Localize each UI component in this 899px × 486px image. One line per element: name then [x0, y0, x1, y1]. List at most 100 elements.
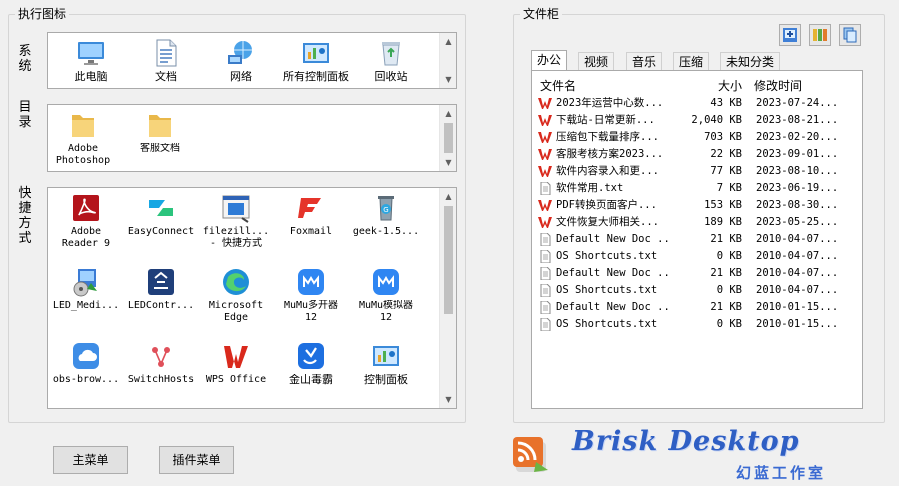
scroll-thumb[interactable]: [444, 123, 453, 153]
file-name: 下载站-日常更新...: [556, 114, 655, 126]
text-file-icon: [540, 284, 551, 297]
system-shortcut[interactable]: 回收站: [352, 37, 430, 83]
plugin-menu-button[interactable]: 插件菜单: [159, 446, 234, 474]
file-size: 153 KB: [704, 199, 742, 211]
wps-file-icon: [538, 217, 552, 228]
app-shortcut[interactable]: MuMu多开器 12: [272, 266, 350, 324]
file-modified: 2010-04-07...: [756, 284, 839, 296]
file-row[interactable]: Default New Doc ... 21 KB 2010-04-07...: [538, 231, 858, 248]
tab-1[interactable]: 视频: [578, 52, 615, 70]
app-shortcut[interactable]: Adobe Reader 9: [47, 192, 125, 250]
file-row[interactable]: 客服考核方案2023... 22 KB 2023-09-01...: [538, 146, 858, 163]
network-icon: [228, 41, 252, 64]
file-row[interactable]: 软件常用.txt 7 KB 2023-06-19...: [538, 180, 858, 197]
file-size: 0 KB: [716, 284, 742, 296]
column-size-header[interactable]: 大小: [718, 77, 742, 94]
tab-2[interactable]: 音乐: [626, 52, 663, 70]
main-menu-button[interactable]: 主菜单: [53, 446, 128, 474]
shortcut-label: 文档: [155, 71, 177, 83]
app-shortcut[interactable]: Ggeek-1.5...: [347, 192, 425, 238]
add-file-button[interactable]: [779, 24, 801, 46]
column-modified-header[interactable]: 修改时间: [754, 77, 802, 94]
file-row[interactable]: Default New Doc ... 21 KB 2010-04-07...: [538, 265, 858, 282]
shortcut-label: LEDContr...: [127, 300, 195, 311]
directory-scrollbar[interactable]: ▲ ▼: [439, 105, 456, 171]
shortcut-label: filezill... - 快捷方式: [202, 226, 270, 249]
brand-title: Brisk Desktop: [572, 426, 800, 457]
app-shortcut[interactable]: 金山毒霸: [272, 340, 350, 386]
app-shortcut[interactable]: Microsoft Edge: [197, 266, 275, 324]
grid-view-button[interactable]: [809, 24, 831, 46]
file-list-header: 文件名 大小 修改时间: [532, 77, 862, 95]
scroll-up-arrow-icon[interactable]: ▲: [440, 188, 457, 205]
app-shortcut[interactable]: LEDContr...: [122, 266, 200, 312]
text-file-icon: [540, 182, 551, 195]
file-modified: 2023-02-20...: [756, 131, 839, 143]
file-modified: 2010-01-15...: [756, 318, 839, 330]
file-row[interactable]: 2023年运营中心数... 43 KB 2023-07-24...: [538, 95, 858, 112]
file-modified: 2010-04-07...: [756, 233, 839, 245]
file-row[interactable]: 下载站-日常更新... 2,040 KB 2023-08-21...: [538, 112, 858, 129]
shortcut-label: MuMu模拟器 12: [358, 300, 414, 323]
text-file-icon: [540, 318, 551, 331]
system-scrollbar[interactable]: ▲ ▼: [439, 33, 456, 88]
app-shortcut[interactable]: obs-brow...: [47, 340, 125, 386]
app-shortcut[interactable]: 控制面板: [347, 340, 425, 386]
app-shortcut[interactable]: SwitchHosts: [122, 340, 200, 386]
rss-logo-icon: [513, 437, 548, 472]
shortcuts-icon-panel: ▲ ▼ Adobe Reader 9 EasyConnect filezill...…: [47, 187, 457, 409]
file-row[interactable]: OS Shortcuts.txt 0 KB 2010-04-07...: [538, 248, 858, 265]
scroll-thumb[interactable]: [444, 206, 453, 314]
text-file-icon: [540, 301, 551, 314]
text-file-icon: [540, 233, 551, 246]
file-name: Default New Doc ...: [556, 267, 672, 279]
file-size: 21 KB: [710, 267, 742, 279]
file-row[interactable]: PDF转换页面客户... 153 KB 2023-08-30...: [538, 197, 858, 214]
shortcut-label: 金山毒霸: [289, 374, 333, 386]
shortcut-label: Adobe Photoshop: [55, 143, 111, 166]
file-row[interactable]: 压缩包下载量排序... 703 KB 2023-02-20...: [538, 129, 858, 146]
wps-file-icon: [538, 132, 552, 143]
system-shortcut[interactable]: 所有控制面板: [277, 37, 355, 83]
file-row[interactable]: Default New Doc ... 21 KB 2010-01-15...: [538, 299, 858, 316]
shortcuts-label: 快捷方式: [18, 186, 32, 246]
app-shortcut[interactable]: MuMu模拟器 12: [347, 266, 425, 324]
file-name: 文件恢复大师相关...: [556, 216, 659, 228]
system-shortcut[interactable]: 文档: [127, 37, 205, 83]
file-row[interactable]: 文件恢复大师相关... 189 KB 2023-05-25...: [538, 214, 858, 231]
file-list[interactable]: 文件名 大小 修改时间 2023年运营中心数... 43 KB 2023-07-24…: [531, 70, 863, 409]
copy-button[interactable]: [839, 24, 861, 46]
app-shortcut[interactable]: WPS Office: [197, 340, 275, 386]
shortcut-label: 此电脑: [74, 71, 108, 83]
file-size: 43 KB: [710, 97, 742, 109]
file-name: Default New Doc ...: [556, 233, 672, 245]
app-shortcut[interactable]: Foxmail: [272, 192, 350, 238]
tab-4[interactable]: 未知分类: [720, 52, 781, 70]
app-shortcut[interactable]: LED_Medi...: [47, 266, 125, 312]
directory-shortcut[interactable]: Adobe Photoshop: [44, 109, 122, 167]
file-row[interactable]: OS Shortcuts.txt 0 KB 2010-04-07...: [538, 282, 858, 299]
shortcut-label: obs-brow...: [52, 374, 120, 385]
directory-shortcut[interactable]: 客服文档: [121, 109, 199, 155]
app-shortcut[interactable]: filezill... - 快捷方式: [197, 192, 275, 250]
acrobat-icon: [73, 195, 99, 221]
system-shortcut[interactable]: 网络: [202, 37, 280, 83]
scroll-up-arrow-icon[interactable]: ▲: [440, 33, 457, 50]
system-shortcut[interactable]: 此电脑: [52, 37, 130, 83]
tab-3[interactable]: 压缩: [673, 52, 710, 70]
column-name-header[interactable]: 文件名: [540, 77, 576, 94]
file-row[interactable]: OS Shortcuts.txt 0 KB 2010-01-15...: [538, 316, 858, 333]
shortcut-label: Microsoft Edge: [208, 300, 264, 323]
scroll-down-arrow-icon[interactable]: ▼: [440, 71, 457, 88]
scroll-down-arrow-icon[interactable]: ▼: [440, 154, 457, 171]
add-icon: [783, 28, 797, 42]
scroll-up-arrow-icon[interactable]: ▲: [440, 105, 457, 122]
file-name: 软件内容录入和更...: [556, 165, 659, 177]
app-shortcut[interactable]: EasyConnect: [122, 192, 200, 238]
scroll-down-arrow-icon[interactable]: ▼: [440, 391, 457, 408]
shortcuts-scrollbar[interactable]: ▲ ▼: [439, 188, 456, 408]
tab-0[interactable]: 办公: [531, 50, 568, 70]
shortcut-label: LED_Medi...: [52, 300, 120, 311]
file-row[interactable]: 软件内容录入和更... 77 KB 2023-08-10...: [538, 163, 858, 180]
file-modified: 2010-04-07...: [756, 267, 839, 279]
